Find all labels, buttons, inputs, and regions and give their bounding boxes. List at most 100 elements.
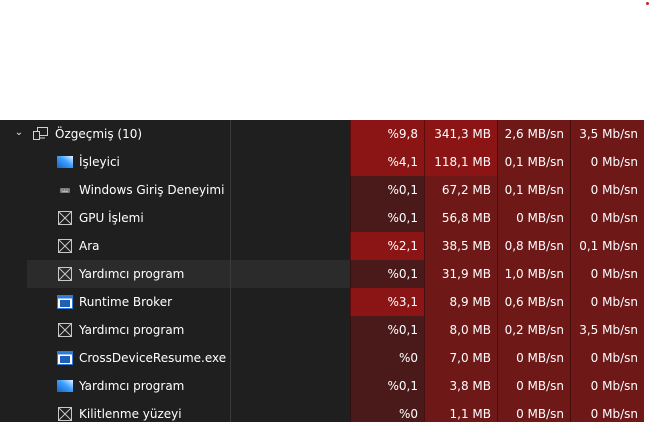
process-disk: 0 MB/sn xyxy=(497,400,570,422)
process-network: 0 Mb/sn xyxy=(570,372,644,400)
process-disk: 0 MB/sn xyxy=(497,204,570,232)
group-memory: 341,3 MB xyxy=(424,120,497,148)
process-name-cell[interactable]: Runtime Broker xyxy=(27,288,350,316)
process-disk: 0,8 MB/sn xyxy=(497,232,570,260)
placeholder-box-icon xyxy=(57,407,73,421)
computer-monitor-icon xyxy=(33,127,49,141)
process-name-cell[interactable]: GPU İşlemi xyxy=(27,204,350,232)
process-name-cell[interactable]: İşleyici xyxy=(27,148,350,176)
process-cpu: %0 xyxy=(350,400,424,422)
process-cpu: %0,1 xyxy=(350,316,424,344)
group-network: 3,5 Mb/sn xyxy=(570,120,644,148)
process-memory: 7,0 MB xyxy=(424,344,497,372)
process-cpu: %3,1 xyxy=(350,288,424,316)
process-name-cell[interactable]: Yardımcı program xyxy=(27,316,350,344)
process-label: Windows Giriş Deneyimi xyxy=(79,183,225,197)
blank-header-area xyxy=(0,0,652,120)
process-cpu: %0,1 xyxy=(350,204,424,232)
group-disk: 2,6 MB/sn xyxy=(497,120,570,148)
column-divider xyxy=(230,260,231,288)
process-disk: 0,2 MB/sn xyxy=(497,316,570,344)
process-cpu: %0,1 xyxy=(350,372,424,400)
process-row[interactable]: İşleyici %4,1 118,1 MB 0,1 MB/sn 0 Mb/sn xyxy=(0,148,644,176)
process-label: Kilitlenme yüzeyi xyxy=(79,407,182,421)
process-memory: 67,2 MB xyxy=(424,176,497,204)
process-label: İşleyici xyxy=(79,155,120,169)
process-network: 0 Mb/sn xyxy=(570,260,644,288)
process-network: 0,1 Mb/sn xyxy=(570,232,644,260)
process-name-cell[interactable]: Yardımcı program xyxy=(27,372,350,400)
process-cpu: %0,1 xyxy=(350,260,424,288)
group-cpu: %9,8 xyxy=(350,120,424,148)
process-disk: 0 MB/sn xyxy=(497,372,570,400)
column-divider xyxy=(230,288,231,316)
column-divider xyxy=(230,204,231,232)
app-window-icon xyxy=(57,295,73,309)
placeholder-box-icon xyxy=(57,267,73,281)
process-label: Runtime Broker xyxy=(79,295,173,309)
column-divider xyxy=(230,400,231,422)
process-memory: 1,1 MB xyxy=(424,400,497,422)
process-network: 0 Mb/sn xyxy=(570,148,644,176)
window-edge xyxy=(644,120,652,422)
process-row[interactable]: Kilitlenme yüzeyi %0 1,1 MB 0 MB/sn 0 Mb/sn xyxy=(0,400,644,422)
process-network: 3,5 Mb/sn xyxy=(570,316,644,344)
column-divider xyxy=(230,316,231,344)
process-cpu: %0 xyxy=(350,344,424,372)
group-label: Özgeçmiş (10) xyxy=(55,127,143,141)
keyboard-icon xyxy=(57,183,73,197)
process-label: Yardımcı program xyxy=(79,379,185,393)
process-disk: 0,1 MB/sn xyxy=(497,148,570,176)
process-row[interactable]: Yardımcı program %0,1 3,8 MB 0 MB/sn 0 Mb/sn xyxy=(0,372,644,400)
process-memory: 31,9 MB xyxy=(424,260,497,288)
status-dot xyxy=(646,2,649,5)
process-cpu: %4,1 xyxy=(350,148,424,176)
column-divider xyxy=(230,232,231,260)
process-memory: 8,9 MB xyxy=(424,288,497,316)
process-label: Yardımcı program xyxy=(79,323,185,337)
app-window-blue-icon xyxy=(57,155,73,169)
group-row[interactable]: ⌄ Özgeçmiş (10) %9,8 341,3 MB 2,6 MB/sn … xyxy=(0,120,644,148)
process-network: 0 Mb/sn xyxy=(570,176,644,204)
process-name-cell[interactable]: Ara xyxy=(27,232,350,260)
column-divider xyxy=(230,372,231,400)
process-row[interactable]: Yardımcı program %0,1 31,9 MB 1,0 MB/sn 0 Mb… xyxy=(0,260,644,288)
process-label: CrossDeviceResume.exe xyxy=(79,351,227,365)
process-row[interactable]: Yardımcı program %0,1 8,0 MB 0,2 MB/sn 3,5 M… xyxy=(0,316,644,344)
column-divider xyxy=(230,120,231,148)
app-window-icon xyxy=(57,351,73,365)
process-network: 0 Mb/sn xyxy=(570,400,644,422)
placeholder-box-icon xyxy=(57,239,73,253)
process-network: 0 Mb/sn xyxy=(570,288,644,316)
column-divider xyxy=(230,176,231,204)
process-row[interactable]: Windows Giriş Deneyimi %0,1 67,2 MB 0,1 MB/… xyxy=(0,176,644,204)
group-name-cell[interactable]: ⌄ Özgeçmiş (10) xyxy=(0,120,350,148)
process-row[interactable]: CrossDeviceResume.exe %0 7,0 MB 0 MB/sn 0 Mb… xyxy=(0,344,644,372)
chevron-down-icon[interactable]: ⌄ xyxy=(12,126,26,140)
process-cpu: %2,1 xyxy=(350,232,424,260)
process-network: 0 Mb/sn xyxy=(570,204,644,232)
app-window-blue-icon xyxy=(57,379,73,393)
process-disk: 0 MB/sn xyxy=(497,344,570,372)
process-memory: 8,0 MB xyxy=(424,316,497,344)
process-row[interactable]: Runtime Broker %3,1 8,9 MB 0,6 MB/sn 0 Mb/sn xyxy=(0,288,644,316)
process-memory: 3,8 MB xyxy=(424,372,497,400)
process-label: Ara xyxy=(79,239,100,253)
placeholder-box-icon xyxy=(57,323,73,337)
process-table: ⌄ Özgeçmiş (10) %9,8 341,3 MB 2,6 MB/sn … xyxy=(0,120,644,422)
process-memory: 38,5 MB xyxy=(424,232,497,260)
process-disk: 0,1 MB/sn xyxy=(497,176,570,204)
process-disk: 1,0 MB/sn xyxy=(497,260,570,288)
process-label: Yardımcı program xyxy=(79,267,185,281)
process-memory: 118,1 MB xyxy=(424,148,497,176)
placeholder-box-icon xyxy=(57,211,73,225)
column-divider xyxy=(230,344,231,372)
process-name-cell[interactable]: Yardımcı program xyxy=(27,260,350,288)
process-memory: 56,8 MB xyxy=(424,204,497,232)
process-name-cell[interactable]: Kilitlenme yüzeyi xyxy=(27,400,350,422)
column-divider xyxy=(230,148,231,176)
process-row[interactable]: Ara %2,1 38,5 MB 0,8 MB/sn 0,1 Mb/sn xyxy=(0,232,644,260)
process-row[interactable]: GPU İşlemi %0,1 56,8 MB 0 MB/sn 0 Mb/sn xyxy=(0,204,644,232)
process-name-cell[interactable]: CrossDeviceResume.exe xyxy=(27,344,350,372)
process-name-cell[interactable]: Windows Giriş Deneyimi xyxy=(27,176,350,204)
